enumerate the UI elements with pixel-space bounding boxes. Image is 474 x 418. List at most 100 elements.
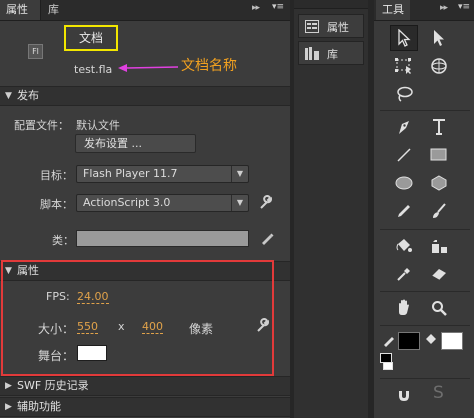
eyedropper-tool[interactable]: [390, 261, 418, 287]
brush-tool[interactable]: [425, 198, 453, 224]
fps-label: FPS:: [46, 290, 70, 303]
stroke-color-icon: [384, 337, 394, 347]
script-label: 脚本：: [40, 198, 73, 211]
oval-tool[interactable]: [390, 170, 418, 196]
stage-color-swatch[interactable]: [77, 345, 107, 361]
properties-panel: 属性 库 ▸▸ ▾≡ Fl 文档 test.fla 文档名称 ▼ 发布 配置文件…: [0, 0, 290, 418]
3d-rotation-tool[interactable]: [425, 53, 453, 79]
rectangle-tool[interactable]: [425, 142, 453, 168]
dock-label-library: 库: [327, 48, 338, 61]
publish-section-header[interactable]: ▼ 发布: [0, 86, 290, 106]
pen-tool[interactable]: [390, 114, 418, 140]
chevron-down-icon: ▼: [231, 166, 248, 182]
script-value: ActionScript 3.0: [83, 196, 171, 209]
panel-menu-icon[interactable]: ▾≡: [272, 2, 284, 12]
swf-history-header-label: SWF 历史记录: [17, 379, 89, 392]
subselection-tool-icon: [434, 30, 444, 46]
selection-tool[interactable]: [390, 25, 418, 51]
smooth-icon[interactable]: S: [433, 383, 444, 403]
zoom-tool-icon: [432, 301, 447, 316]
collapsed-triangle-icon: ▶: [5, 381, 12, 391]
document-filename: test.fla: [74, 63, 113, 76]
tool-separator: [380, 229, 470, 230]
panel-menu-icon[interactable]: ▾≡: [458, 2, 470, 12]
publish-header-label: 发布: [17, 89, 39, 102]
line-tool-icon: [397, 148, 411, 162]
target-dropdown[interactable]: Flash Player 11.7 ▼: [76, 165, 249, 183]
oval-tool-icon: [395, 176, 413, 190]
polystar-tool[interactable]: [425, 170, 453, 196]
free-transform-tool[interactable]: [390, 53, 418, 79]
tab-library[interactable]: 库: [42, 0, 65, 20]
fl-icon-text: Fl: [32, 47, 39, 56]
tool-separator: [380, 378, 470, 379]
line-tool[interactable]: [390, 142, 418, 168]
ink-bottle-tool[interactable]: [425, 233, 453, 259]
target-value: Flash Player 11.7: [83, 167, 178, 180]
tab-properties[interactable]: 属性: [0, 0, 40, 20]
chevron-down-icon: ▼: [231, 195, 248, 211]
class-label: 类：: [52, 234, 74, 247]
eraser-tool-icon: [431, 269, 446, 281]
height-value[interactable]: 400: [142, 320, 163, 334]
helper-header-label: 辅助功能: [17, 400, 61, 413]
tool-separator: [380, 110, 470, 111]
dock-item-library[interactable]: 库: [298, 41, 364, 65]
width-value[interactable]: 550: [77, 320, 98, 334]
paint-bucket-tool-icon: [396, 239, 412, 252]
free-transform-tool-icon: [395, 58, 411, 74]
fps-value[interactable]: 24.00: [77, 290, 109, 304]
brush-tool-icon: [433, 203, 446, 218]
wrench-icon[interactable]: [256, 318, 271, 333]
subselection-tool[interactable]: [425, 25, 453, 51]
tool-separator: [380, 291, 470, 292]
collapsed-triangle-icon: ▶: [5, 402, 12, 412]
pencil-tool-icon: [398, 205, 410, 217]
fill-color-icon: [426, 334, 436, 344]
dock-label-properties: 属性: [327, 21, 349, 34]
publish-settings-button[interactable]: 发布设置 ...: [75, 134, 196, 153]
hand-tool-icon: [399, 299, 409, 315]
wrench-icon[interactable]: [259, 195, 274, 210]
class-input[interactable]: [76, 230, 249, 247]
lasso-tool[interactable]: [390, 81, 418, 107]
script-dropdown[interactable]: ActionScript 3.0 ▼: [76, 194, 249, 212]
properties-icon: [305, 20, 319, 33]
dock-item-properties[interactable]: 属性: [298, 14, 364, 38]
zoom-tool[interactable]: [425, 295, 453, 321]
pencil-tool[interactable]: [390, 198, 418, 224]
times-sign: x: [118, 320, 125, 333]
swap-colors-icon[interactable]: [383, 362, 393, 370]
tools-title: 工具: [376, 0, 410, 20]
text-tool[interactable]: [425, 114, 453, 140]
annotation-arrow: [118, 64, 179, 72]
rectangle-tool-icon: [430, 148, 447, 161]
document-title-box: 文档: [64, 25, 118, 51]
eraser-tool[interactable]: [425, 261, 453, 287]
expand-triangle-icon: ▼: [5, 266, 12, 276]
snap-to-objects-icon[interactable]: [397, 387, 411, 403]
fill-color-swatch[interactable]: [441, 332, 463, 350]
paint-bucket-tool[interactable]: [390, 233, 418, 259]
eyedropper-tool-icon: [397, 268, 410, 281]
properties-header-label: 属性: [17, 264, 39, 277]
3d-rotation-tool-icon: [431, 58, 447, 74]
unit-label: 像素: [189, 322, 214, 336]
fl-document-icon: Fl: [28, 44, 43, 59]
stage-label: 舞台：: [38, 349, 75, 363]
ink-bottle-tool-icon: [432, 240, 447, 253]
target-label: 目标：: [40, 169, 73, 182]
dock-tabbar: [294, 0, 368, 9]
stroke-color-swatch[interactable]: [398, 332, 420, 350]
hand-tool[interactable]: [390, 295, 418, 321]
properties-section-header[interactable]: ▼ 属性: [0, 261, 290, 281]
collapse-icon[interactable]: ▸▸: [440, 3, 448, 13]
collapse-icon[interactable]: ▸▸: [252, 3, 260, 13]
helper-section-header[interactable]: ▶ 辅助功能: [0, 397, 290, 417]
edit-pencil-icon[interactable]: [260, 231, 274, 245]
swf-history-section-header[interactable]: ▶ SWF 历史记录: [0, 376, 290, 396]
lasso-tool-icon: [397, 86, 413, 102]
polystar-tool-icon: [431, 175, 447, 191]
document-title: 文档: [78, 31, 103, 45]
library-icon: [305, 47, 319, 60]
